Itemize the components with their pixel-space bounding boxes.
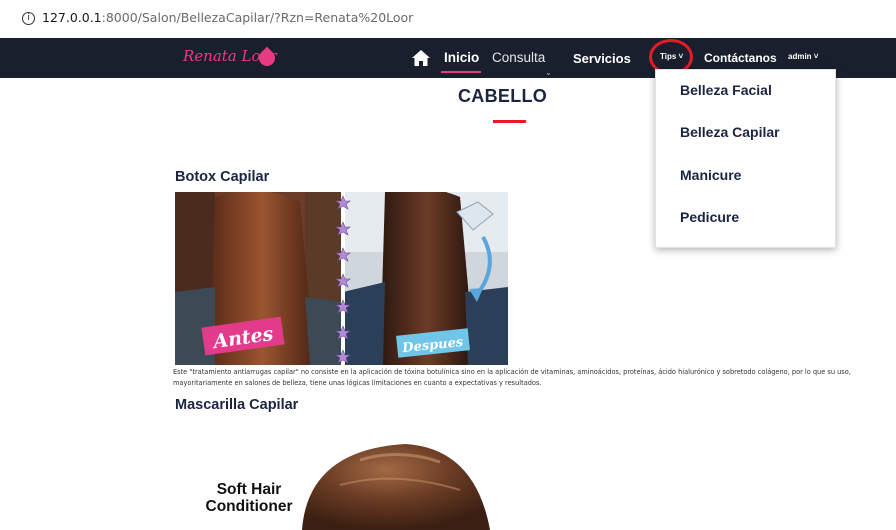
conditioner-line: Conditioner [205,498,293,515]
nav-admin[interactable]: admin ˅ [788,52,818,61]
menu-item-pedicure[interactable]: Pedicure [680,209,739,225]
soft-hair-conditioner-text: Soft Hair Conditioner [199,481,299,515]
tips-dropdown-menu: Belleza Facial Belleza Capilar Manicure … [655,69,836,248]
nav-servicios[interactable]: Servicios [573,51,631,66]
url-path: :8000/Salon/BellezaCapilar/?Rzn=Renata%2… [101,10,414,25]
botox-description: Este "tratamiento antiarrugas capilar" n… [173,368,851,387]
chevron-down-icon: ⌄ [545,68,552,77]
nav-consulta[interactable]: Consulta [492,50,545,65]
menu-item-belleza-capilar[interactable]: Belleza Capilar [680,124,780,140]
section-heading-botox: Botox Capilar [175,169,270,185]
nav-inicio[interactable]: Inicio [444,50,479,65]
menu-item-manicure[interactable]: Manicure [680,167,741,183]
address-bar[interactable]: i 127.0.0.1:8000/Salon/BellezaCapilar/?R… [0,0,896,39]
section-heading-mascarilla: Mascarilla Capilar [175,397,299,413]
home-icon[interactable] [411,49,431,67]
menu-item-belleza-facial[interactable]: Belleza Facial [680,82,772,98]
soft-hair-line: Soft Hair [216,481,282,498]
url-host: 127.0.0.1 [42,10,102,25]
active-nav-indicator [441,71,481,73]
botox-image-graphic: Antes Despues [175,192,508,365]
title-underline [493,120,526,123]
info-circle-icon[interactable]: i [22,12,35,25]
page-title: CABELLO [458,86,548,106]
nav-contactanos[interactable]: Contáctanos [704,51,777,65]
url-text[interactable]: 127.0.0.1:8000/Salon/BellezaCapilar/?Rzn… [42,10,413,25]
botox-before-after-image: Antes Despues [175,192,508,365]
